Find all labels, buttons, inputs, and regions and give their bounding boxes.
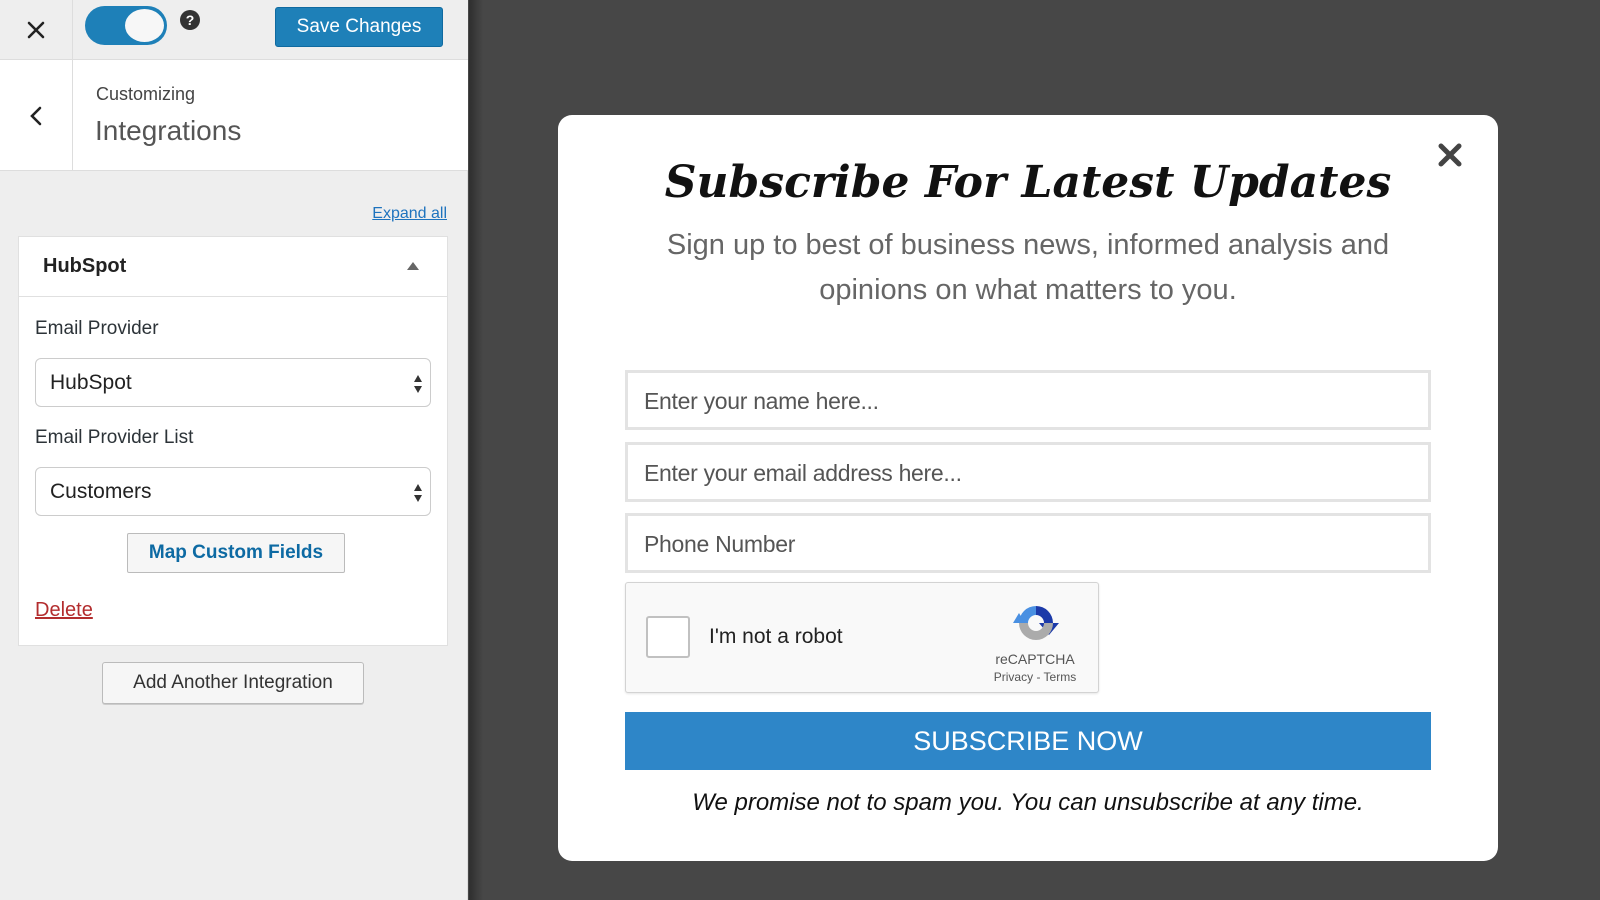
breadcrumb: Customizing <box>96 84 196 104</box>
email-provider-value: HubSpot <box>50 371 132 394</box>
email-provider-select[interactable]: HubSpot <box>35 358 431 407</box>
popup-subtitle: Sign up to best of business news, inform… <box>666 229 1390 306</box>
email-provider-list-value: Customers <box>50 480 152 503</box>
spam-disclaimer: We promise not to spam you. You can unsu… <box>692 789 1364 816</box>
email-provider-label: Email Provider <box>35 318 159 339</box>
page-title: Integrations <box>95 115 242 146</box>
phone-placeholder: Phone Number <box>644 531 796 557</box>
recaptcha-brand: reCAPTCHA <box>995 651 1075 667</box>
caret-up-icon <box>407 262 419 270</box>
name-placeholder: Enter your name here... <box>644 388 879 414</box>
customizer-panel: ? Save Changes Customizing Integrations … <box>0 0 468 900</box>
email-input[interactable]: Enter your email address here... <box>625 442 1431 502</box>
close-customizer-button[interactable] <box>0 0 73 60</box>
phone-input[interactable]: Phone Number <box>625 513 1431 573</box>
section-header: Customizing Integrations <box>0 60 468 171</box>
select-arrows-icon <box>414 375 422 393</box>
recaptcha-checkbox[interactable] <box>646 616 690 658</box>
popup-title: Subscribe For Latest Updates <box>664 157 1392 208</box>
preview-edge-shadow <box>469 0 483 900</box>
email-provider-list-label: Email Provider List <box>35 427 194 448</box>
close-icon <box>27 21 45 39</box>
subscribe-popup: Subscribe For Latest Updates Sign up to … <box>558 115 1498 861</box>
email-provider-list-select[interactable]: Customers <box>35 467 431 516</box>
recaptcha-widget: I'm not a robot reCAPTCHA Privacy - Term… <box>625 582 1099 693</box>
subscribe-now-button[interactable]: SUBSCRIBE NOW <box>625 712 1431 770</box>
customizer-topbar: ? Save Changes <box>0 0 468 60</box>
integration-title: HubSpot <box>43 255 127 277</box>
toggle-knob <box>125 9 164 42</box>
recaptcha-label: I'm not a robot <box>709 625 843 648</box>
recaptcha-links[interactable]: Privacy - Terms <box>966 670 1104 684</box>
back-button[interactable] <box>0 60 73 171</box>
expand-all-link[interactable]: Expand all <box>372 205 447 223</box>
preview-toggle[interactable] <box>85 6 167 45</box>
email-placeholder: Enter your email address here... <box>644 460 962 486</box>
name-input[interactable]: Enter your name here... <box>625 370 1431 430</box>
add-integration-button[interactable]: Add Another Integration <box>102 662 364 704</box>
recaptcha-logo-icon <box>1013 606 1059 640</box>
chevron-left-icon <box>30 106 42 125</box>
delete-integration-link[interactable]: Delete <box>35 599 93 622</box>
select-arrows-icon <box>414 484 422 502</box>
integration-card: HubSpot Email Provider HubSpot Email Pro… <box>18 236 448 646</box>
save-changes-button[interactable]: Save Changes <box>275 7 443 47</box>
map-custom-fields-button[interactable]: Map Custom Fields <box>127 533 345 573</box>
integration-card-header[interactable]: HubSpot <box>19 237 447 297</box>
help-icon[interactable]: ? <box>180 10 200 30</box>
